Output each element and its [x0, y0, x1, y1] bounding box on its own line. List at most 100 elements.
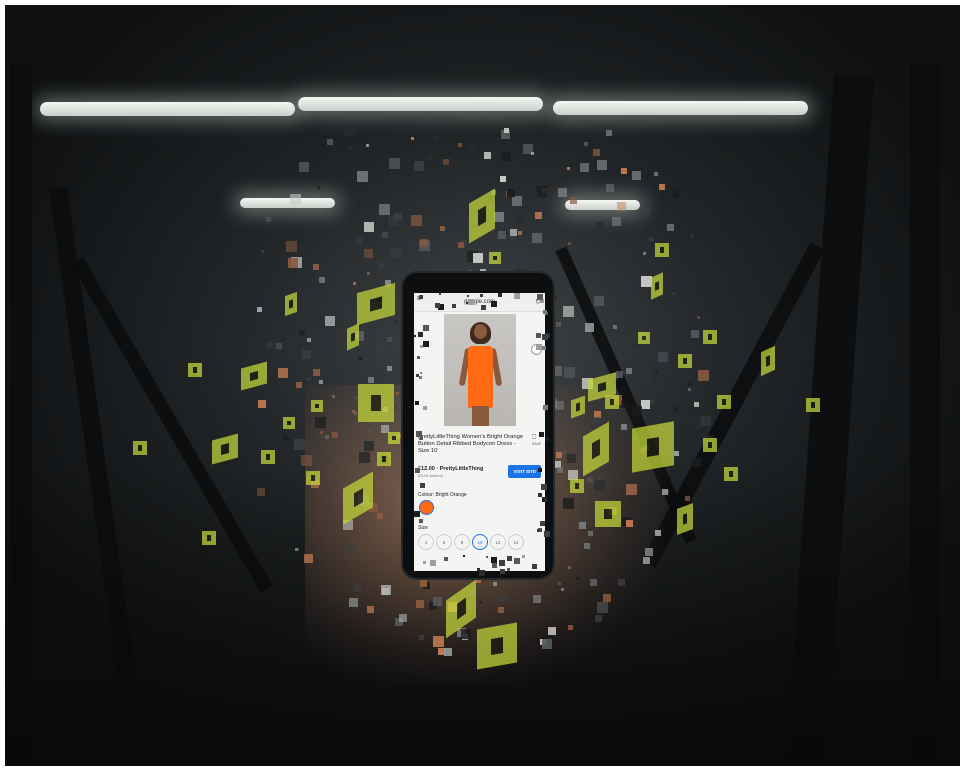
floating-tile: [212, 433, 238, 465]
model-legs: [471, 406, 489, 426]
pixel-fragment: [353, 281, 357, 285]
pixel-fragment: [295, 381, 302, 388]
pixel-fragment: [306, 338, 311, 343]
pixel-fragment: [658, 183, 665, 190]
colour-swatch[interactable]: [419, 500, 434, 515]
product-image[interactable]: [443, 314, 516, 426]
pixel-fragment: [365, 143, 369, 147]
pixel-fragment: [557, 188, 567, 198]
floating-tile: [605, 395, 619, 409]
pixel-fragment: [420, 580, 428, 588]
save-label: SAVE: [531, 442, 541, 446]
pixel-fragment: [671, 190, 679, 198]
pixel-fragment: [411, 214, 423, 226]
pixel-fragment: [433, 136, 439, 141]
pixel-fragment: [583, 543, 590, 550]
pixel-fragment: [621, 168, 628, 175]
reload-icon[interactable]: ↻: [535, 298, 541, 306]
price-row: £12.00 · PrettyLittleThing £3.99 deliver…: [414, 455, 545, 478]
pixel-fragment: [363, 248, 373, 258]
pixel-fragment: [648, 237, 653, 242]
tile-hole: [707, 442, 713, 448]
tile-hole: [707, 334, 713, 340]
pixel-fragment: [314, 416, 326, 428]
pixel-fragment: [376, 512, 383, 519]
size-option[interactable]: 12: [490, 534, 506, 550]
floating-tile: [347, 323, 359, 351]
floating-tile: [306, 471, 320, 485]
size-option[interactable]: 8: [454, 534, 470, 550]
pixel-fragment: [332, 431, 339, 438]
tile-hole: [370, 395, 382, 411]
pixel-fragment: [566, 167, 570, 171]
pixel-fragment: [673, 451, 679, 457]
pixel-fragment: [535, 192, 540, 197]
pixel-fragment: [256, 487, 265, 496]
pixel-fragment: [555, 400, 565, 410]
product-title: PrettyLittleThing Women's Bright Orange …: [414, 426, 545, 455]
pixel-fragment: [570, 196, 578, 204]
tile-hole: [592, 438, 600, 460]
tile-hole: [392, 435, 396, 441]
pixel-fragment: [483, 151, 491, 159]
pixel-fragment: [579, 163, 589, 173]
pixel-fragment: [395, 391, 399, 395]
size-option[interactable]: 10: [472, 534, 488, 550]
pixel-fragment: [298, 161, 309, 172]
floating-tile: [595, 501, 621, 527]
tile-hole: [250, 370, 258, 382]
floating-tile: [761, 345, 775, 377]
floating-tile: [655, 243, 669, 257]
pixel-fragment: [655, 530, 662, 537]
pixel-fragment: [650, 373, 659, 382]
pixel-fragment: [654, 171, 659, 176]
pixel-fragment: [593, 416, 601, 424]
floating-tile: [261, 450, 275, 464]
pixel-fragment: [617, 579, 625, 587]
pixel-fragment: [376, 344, 384, 352]
pixel-fragment: [390, 248, 401, 259]
floating-tile: [570, 479, 584, 493]
pixel-fragment: [631, 406, 642, 417]
image-option-icon[interactable]: [531, 344, 542, 355]
url-text: google.com: [463, 299, 496, 305]
pixel-fragment: [661, 489, 668, 496]
save-button[interactable]: ⎕ SAVE: [532, 434, 541, 448]
pixel-fragment: [347, 547, 355, 555]
pixel-fragment: [392, 319, 398, 325]
pixel-fragment: [592, 228, 600, 236]
visit-site-button[interactable]: VISIT SITE: [508, 465, 541, 478]
size-option[interactable]: 4: [418, 534, 434, 550]
pixel-fragment: [357, 170, 369, 182]
pixel-fragment: [562, 450, 566, 454]
tile-hole: [728, 471, 734, 477]
pixel-fragment: [620, 423, 627, 430]
pixel-fragment: [556, 466, 563, 473]
pixel-fragment: [643, 251, 647, 255]
pixel-fragment: [561, 587, 565, 591]
pixel-fragment: [460, 629, 471, 640]
floating-tile: [357, 282, 395, 326]
pixel-fragment: [358, 452, 370, 464]
browser-url-bar[interactable]: google.com ↻: [414, 293, 545, 312]
pixel-fragment: [563, 497, 575, 509]
pixel-fragment: [611, 216, 621, 226]
pixel-fragment: [493, 211, 504, 222]
pixel-fragment: [579, 521, 587, 529]
pixel-fragment: [364, 221, 375, 232]
tile-hole: [137, 445, 143, 451]
tile-hole: [810, 402, 816, 408]
size-option[interactable]: 6: [436, 534, 452, 550]
pixel-fragment: [530, 151, 534, 155]
tile-hole: [721, 399, 727, 405]
pixel-fragment: [615, 370, 623, 378]
pixel-fragment: [285, 241, 297, 253]
pixel-fragment: [349, 145, 354, 150]
ceiling-light: [240, 198, 335, 208]
pixel-fragment: [440, 225, 446, 231]
pixel-fragment: [295, 548, 299, 552]
pixel-fragment: [500, 175, 507, 182]
pixel-fragment: [552, 166, 556, 170]
size-option[interactable]: 14: [508, 534, 524, 550]
pixel-fragment: [257, 399, 266, 408]
